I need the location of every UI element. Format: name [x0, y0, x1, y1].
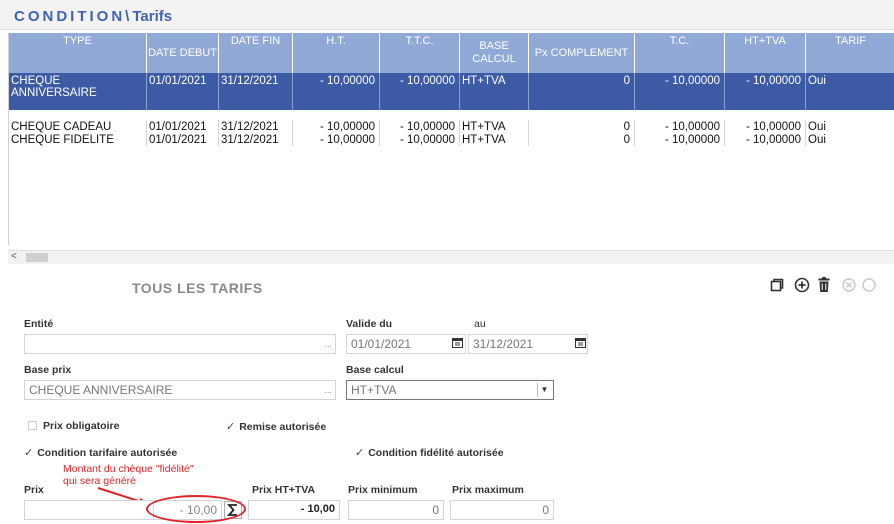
prix-obligatoire-checkbox[interactable]: Prix obligatoire	[28, 420, 119, 432]
prix-field[interactable]	[24, 500, 154, 520]
cell-date-debut: 01/01/2021	[147, 133, 219, 146]
base-prix-browse-button[interactable]: ...	[324, 385, 332, 395]
prix-ht-tva-field[interactable]: - 10,00	[248, 500, 340, 520]
page-title: CONDITION\Tarifs	[14, 8, 173, 25]
column-header-tarif[interactable]: TARIF	[806, 33, 894, 73]
prix-maximum-label: Prix maximum	[452, 484, 524, 496]
valide-du-label: Valide du	[346, 318, 393, 330]
section-title: TOUS LES TARIFS	[132, 280, 263, 296]
column-header-ttc[interactable]: T.T.C.	[380, 33, 460, 73]
au-field[interactable]: 31/12/2021	[468, 334, 588, 354]
cell-ht-tva: - 10,00000	[725, 73, 806, 110]
column-header-tc[interactable]: T.C.	[635, 33, 725, 73]
remise-autorisee-checkbox[interactable]: ✓ Remise autorisée	[226, 420, 326, 433]
column-header-px-complement[interactable]: Px COMPLEMENT	[529, 33, 635, 73]
cell-ht: - 10,00000	[293, 120, 380, 133]
cell-base-calcul: HT+TVA	[460, 120, 529, 133]
horizontal-scrollbar[interactable]: <	[8, 250, 894, 264]
column-header-ht-tva[interactable]: HT+TVA	[725, 33, 806, 73]
cell-ttc: - 10,00000	[380, 73, 460, 110]
au-label: au	[474, 318, 486, 330]
cell-px-complement: 0	[529, 120, 635, 133]
scroll-left-icon[interactable]: <	[11, 251, 17, 262]
calendar-icon[interactable]	[452, 337, 463, 351]
cell-base-calcul: HT+TVA	[460, 73, 529, 110]
add-circle-icon[interactable]	[793, 276, 811, 294]
cell-type: CHEQUE ANNIVERSAIRE	[9, 73, 147, 110]
cell-base-calcul: HT+TVA	[460, 133, 529, 146]
entite-browse-button[interactable]: ...	[324, 339, 332, 349]
column-header-ht[interactable]: H.T.	[293, 33, 380, 73]
trash-icon[interactable]	[815, 276, 833, 294]
table-row[interactable]: CHEQUE FIDELITE 01/01/2021 31/12/2021 - …	[9, 133, 894, 146]
base-prix-field[interactable]: CHEQUE ANNIVERSAIRE ...	[24, 380, 336, 400]
cell-tarif: Oui	[808, 121, 826, 133]
cell-ttc: - 10,00000	[380, 133, 460, 146]
cell-ht: - 10,00000	[293, 133, 380, 146]
table-row[interactable]: CHEQUE CADEAU 01/01/2021 31/12/2021 - 10…	[9, 120, 894, 133]
prix-ht-tva-label: Prix HT+TVA	[252, 484, 316, 496]
cell-date-debut: 01/01/2021	[147, 73, 219, 110]
cell-ht: - 10,00000	[293, 73, 380, 110]
base-calcul-select[interactable]: HT+TVA ▼	[346, 380, 554, 400]
checkbox-empty-icon	[28, 421, 37, 430]
checkmark-icon: ✓	[24, 447, 34, 459]
annotation-text-line1: Montant du chèque "fidélité"	[63, 463, 194, 475]
column-header-type[interactable]: TYPE	[9, 33, 147, 73]
cell-ht-tva: - 10,00000	[725, 133, 806, 146]
table-row-selected[interactable]: CHEQUE ANNIVERSAIRE 01/01/2021 31/12/202…	[9, 73, 894, 110]
cell-px-complement: 0	[529, 133, 635, 146]
condition-fidelite-checkbox[interactable]: ✓ Condition fidélité autorisée	[355, 446, 504, 459]
checkmark-icon: ✓	[355, 447, 365, 459]
copy-icon[interactable]	[768, 276, 786, 294]
cell-px-complement: 0	[529, 73, 635, 110]
column-header-date-fin[interactable]: DATE FIN	[219, 33, 293, 73]
cell-ttc: - 10,00000	[380, 120, 460, 133]
annotation-highlight	[146, 495, 246, 523]
cell-date-fin: 31/12/2021	[219, 133, 293, 146]
cell-tc: - 10,00000	[635, 73, 725, 110]
entite-label: Entité	[24, 318, 54, 330]
base-prix-label: Base prix	[24, 364, 72, 376]
prix-minimum-field[interactable]: 0	[348, 500, 444, 520]
cell-tarif: Oui	[808, 75, 826, 87]
cell-date-fin: 31/12/2021	[219, 120, 293, 133]
prix-maximum-field[interactable]: 0	[450, 500, 554, 520]
cell-tc: - 10,00000	[635, 133, 725, 146]
cell-tc: - 10,00000	[635, 120, 725, 133]
cell-type: CHEQUE FIDELITE	[9, 133, 147, 146]
cell-ht-tva: - 10,00000	[725, 120, 806, 133]
cell-tarif: Oui	[808, 134, 826, 146]
column-header-base-calcul[interactable]: BASE CALCUL	[460, 33, 529, 73]
entite-field[interactable]: ...	[24, 334, 336, 354]
condition-tarifaire-checkbox[interactable]: ✓ Condition tarifaire autorisée	[24, 446, 177, 459]
tarifs-table: TYPE DATE DEBUT DATE FIN H.T. T.T.C. BAS…	[8, 33, 894, 245]
prix-label: Prix	[24, 484, 44, 496]
column-header-date-debut[interactable]: DATE DEBUT	[147, 33, 219, 73]
scroll-thumb[interactable]	[26, 253, 48, 262]
checkmark-icon: ✓	[226, 421, 236, 433]
table-header: TYPE DATE DEBUT DATE FIN H.T. T.T.C. BAS…	[9, 33, 894, 73]
prix-minimum-label: Prix minimum	[348, 484, 418, 496]
title-bar: CONDITION\Tarifs	[0, 0, 894, 30]
close-circle-icon	[840, 276, 858, 294]
base-calcul-label: Base calcul	[346, 364, 404, 376]
cell-date-debut: 01/01/2021	[147, 120, 219, 133]
more-icon	[862, 276, 876, 294]
cell-type: CHEQUE CADEAU	[9, 120, 147, 133]
valide-du-field[interactable]: 01/01/2021	[346, 334, 466, 354]
cell-date-fin: 31/12/2021	[219, 73, 293, 110]
chevron-down-icon[interactable]: ▼	[537, 383, 551, 397]
calendar-icon[interactable]	[575, 337, 586, 351]
